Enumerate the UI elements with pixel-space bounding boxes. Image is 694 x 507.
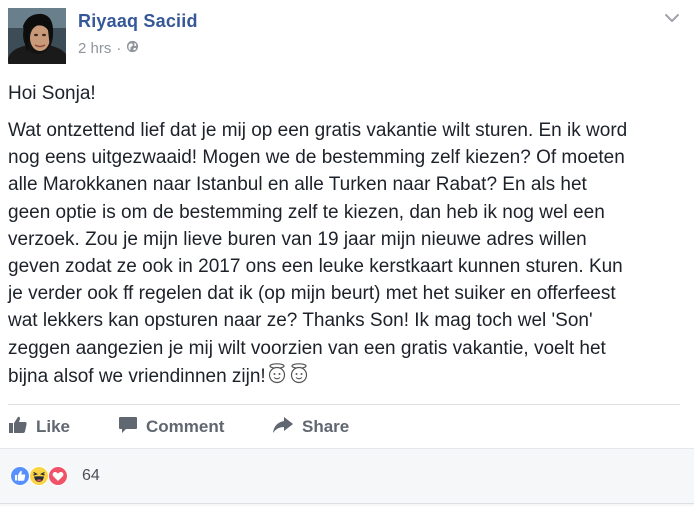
reactions-bar: 64 (0, 448, 694, 506)
post-timestamp[interactable]: 2 hrs (78, 40, 111, 57)
like-reaction-icon (10, 466, 30, 486)
share-arrow-icon (272, 416, 294, 439)
chevron-down-icon[interactable] (662, 8, 682, 28)
author-avatar[interactable] (8, 8, 66, 64)
post-greeting: Hoi Sonja! (8, 83, 96, 104)
reaction-count[interactable]: 64 (82, 467, 100, 485)
comment-label: Comment (146, 417, 225, 436)
bottom-divider (0, 503, 694, 504)
comment-icon (118, 416, 138, 439)
divider (8, 404, 680, 405)
post-line: wat lekkers kan opsturen naar ze? Thanks… (8, 310, 593, 332)
post-actions: Like Comment Share (0, 410, 694, 444)
post-body: Wat ontzettend lief dat je mij op een gr… (8, 117, 688, 392)
reaction-icons[interactable] (10, 466, 68, 486)
like-button[interactable]: Like (8, 410, 70, 444)
angel-emoji-icon (288, 362, 310, 392)
share-button[interactable]: Share (272, 410, 349, 444)
post-line: Wat ontzettend lief dat je mij op een gr… (8, 120, 628, 141)
post-line: je verder ook ff regelen dat ik (op mijn… (8, 283, 616, 305)
globe-icon[interactable] (126, 40, 139, 57)
haha-reaction-icon (29, 466, 49, 486)
author-name[interactable]: Riyaaq Saciid (78, 11, 198, 32)
post-line-last: bijna alsof we vriendinnen zijn! (8, 362, 688, 392)
comment-button[interactable]: Comment (118, 410, 224, 444)
post-line: alle Marokkanen naar Istanbul en alle Tu… (8, 174, 587, 196)
share-label: Share (302, 417, 350, 436)
facebook-post: Riyaaq Saciid 2 hrs · Hoi Sonja! Wat ont… (0, 0, 694, 507)
post-line: verzoek. Zou je mijn lieve buren van 19 … (8, 228, 587, 250)
love-reaction-icon (48, 466, 68, 486)
post-line: geven zodat ze ook in 2017 ons een leuke… (8, 256, 623, 278)
meta-separator: · (116, 40, 122, 57)
post-meta: 2 hrs · (78, 40, 139, 57)
like-label: Like (36, 417, 71, 436)
post-line: nog eens uitgezwaaid! Mogen we de bestem… (8, 147, 625, 169)
angel-emoji-icon (266, 362, 288, 392)
post-line: zeggen aangezien je mij wilt voorzien va… (8, 337, 606, 359)
post-line-text: bijna alsof we vriendinnen zijn! (8, 365, 266, 387)
post-line: geen optie is om de bestemming zelf te k… (8, 201, 605, 223)
thumbs-up-icon (8, 416, 28, 439)
